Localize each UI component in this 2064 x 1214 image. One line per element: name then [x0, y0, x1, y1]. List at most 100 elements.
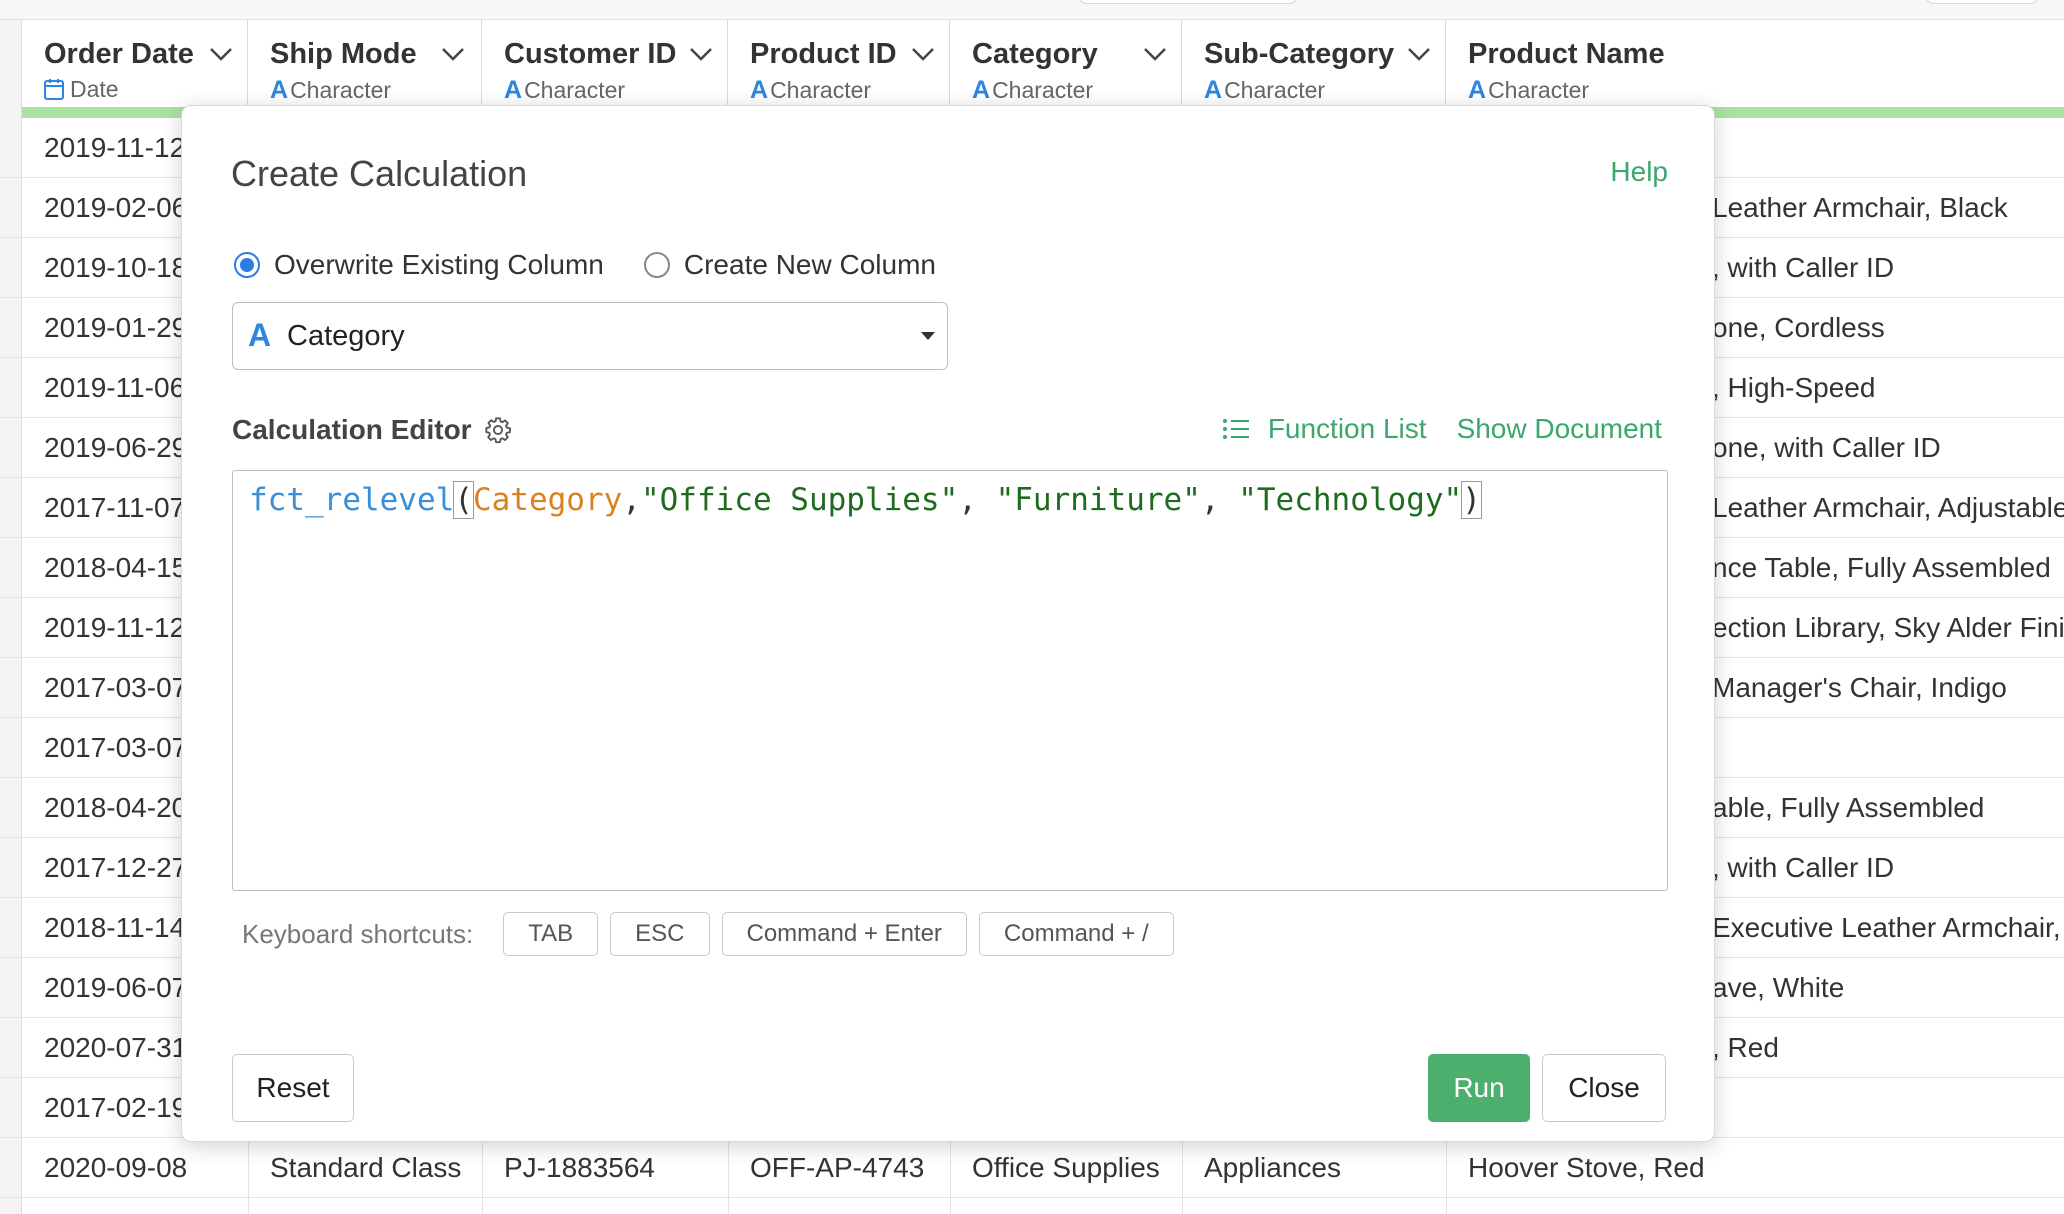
dialog-title: Create Calculation [231, 153, 528, 194]
create-calculation-dialog: Create Calculation Help Overwrite Existi… [181, 105, 1715, 1142]
column-header-order-date[interactable]: Order Date Date [22, 20, 248, 110]
column-name: Product Name [1468, 38, 1665, 70]
cell-order-date: 2019-06-29 [44, 432, 188, 463]
column-type-label: Character [992, 77, 1094, 103]
chevron-down-icon[interactable] [208, 46, 234, 62]
shortcut-key-command-slash: Command + / [978, 912, 1174, 956]
toolbar-control[interactable] [1925, 0, 2039, 4]
column-type: ACharacter [504, 76, 625, 105]
shortcut-key-tab: TAB [503, 912, 599, 956]
code-function-token: fct_relevel [249, 482, 455, 518]
column-type-label: Date [70, 76, 119, 102]
function-list-link[interactable]: Function List [1222, 413, 1427, 445]
cell-order-date: 2017-02-19 [44, 1092, 188, 1123]
column-type: Date [44, 76, 119, 103]
cell-order-date: 2018-04-15 [44, 552, 188, 583]
target-column-value: Category [287, 320, 405, 352]
shortcut-key-command-enter: Command + Enter [721, 912, 967, 956]
code-separator: , [958, 482, 996, 518]
calculation-code-editor[interactable]: fct_relevel(Category,"Office Supplies", … [232, 470, 1668, 891]
code-line: fct_relevel(Category,"Office Supplies", … [249, 481, 1482, 519]
calculation-editor-heading: Calculation Editor [232, 414, 512, 446]
help-link[interactable]: Help [1610, 156, 1668, 188]
close-button[interactable]: Close [1542, 1054, 1666, 1122]
column-header-ship-mode[interactable]: Ship Mode ACharacter [248, 20, 482, 110]
chevron-down-icon[interactable] [910, 46, 936, 62]
run-button[interactable]: Run [1428, 1054, 1530, 1122]
cell-product-name: Manager's Chair, Indigo [1712, 672, 2007, 703]
chevron-down-icon[interactable] [1406, 46, 1432, 62]
character-type-icon: A [750, 76, 769, 104]
overwrite-column-option[interactable]: Overwrite Existing Column [234, 249, 604, 281]
cell-order-date: 2017-11-07 [44, 492, 186, 523]
column-type-label: Character [770, 77, 872, 103]
cell-product-name: Hoover Stove, Red [1468, 1152, 1705, 1183]
cell-product-name: one, with Caller ID [1712, 432, 1941, 463]
cell-category: Office Supplies [972, 1152, 1160, 1183]
column-type: ACharacter [750, 76, 871, 105]
cell-order-date: 2017-03-07 [44, 732, 188, 763]
code-column-token: Category [472, 482, 623, 518]
cell-order-date: 2019-02-06 [44, 192, 188, 223]
cell-order-date: 2020-09-08 [44, 1152, 188, 1183]
keyboard-shortcuts-label: Keyboard shortcuts: [242, 918, 474, 949]
column-name: Sub-Category [1204, 38, 1395, 70]
code-comma: , [622, 482, 641, 518]
create-new-column-radio[interactable] [643, 252, 670, 278]
cell-sub-category: Appliances [1204, 1152, 1341, 1183]
cell-order-date: 2019-01-29 [44, 312, 188, 343]
cell-order-date: 2019-11-12 [44, 132, 186, 163]
chevron-down-icon[interactable] [1142, 46, 1168, 62]
cell-order-date: 2020-07-31 [44, 1032, 188, 1063]
cell-order-date: 2018-11-14 [44, 912, 186, 943]
column-type: ACharacter [1468, 76, 1589, 105]
cell-product-name: one, Cordless [1712, 312, 1885, 343]
cell-product-name: , Red [1712, 1032, 1779, 1063]
column-header-category[interactable]: Category ACharacter [950, 20, 1182, 110]
column-type-label: Character [290, 77, 392, 103]
calendar-icon [44, 79, 64, 100]
chevron-down-icon[interactable] [440, 46, 466, 62]
chevron-down-icon[interactable] [688, 46, 714, 62]
show-document-link[interactable]: Show Document [1457, 413, 1662, 445]
cell-product-name: ave, White [1712, 972, 1845, 1003]
gear-icon[interactable] [484, 416, 512, 444]
table-row[interactable]: 2020-09-08 Standard Class PJ-1883564 OFF… [0, 1138, 2064, 1198]
code-string-token: "Office Supplies" [640, 482, 959, 518]
column-header-product-name[interactable]: Product Name ACharacter [1446, 20, 2064, 110]
toolbar-control[interactable] [1078, 0, 1298, 4]
column-header-product-id[interactable]: Product ID ACharacter [728, 20, 950, 110]
cell-product-name: able, Fully Assembled [1712, 792, 1985, 823]
cell-product-name: , High-Speed [1712, 372, 1876, 403]
dropdown-caret-icon [921, 332, 935, 340]
cell-product-name: , with Caller ID [1712, 252, 1895, 283]
editor-links: Function List Show Document [1222, 413, 1662, 445]
code-string-token: "Technology" [1238, 482, 1463, 518]
cell-order-date: 2019-06-07 [44, 972, 188, 1003]
character-type-icon: A [972, 76, 991, 104]
column-type-label: Character [524, 77, 626, 103]
code-close-paren: ) [1461, 481, 1482, 519]
create-new-column-option[interactable]: Create New Column [643, 249, 936, 281]
target-column-select[interactable]: A Category [232, 302, 948, 370]
cell-product-name: Leather Armchair, Black [1712, 192, 2008, 223]
column-type-label: Character [1224, 77, 1326, 103]
character-type-icon: A [270, 76, 289, 104]
cell-product-name: Leather Armchair, Adjustable [1712, 492, 2064, 523]
overwrite-column-label: Overwrite Existing Column [274, 249, 604, 280]
overwrite-column-radio[interactable] [234, 252, 260, 278]
character-type-icon: A [1468, 76, 1487, 104]
character-type-icon: A [248, 317, 272, 353]
cell-customer-id: PJ-1883564 [504, 1152, 656, 1183]
list-icon [1222, 419, 1249, 439]
character-type-icon: A [504, 76, 523, 104]
column-name: Order Date [44, 38, 194, 70]
column-header-sub-category[interactable]: Sub-Category ACharacter [1182, 20, 1446, 110]
keyboard-shortcuts: Keyboard shortcuts: TAB ESC Command + En… [242, 912, 1186, 956]
column-header-customer-id[interactable]: Customer ID ACharacter [482, 20, 728, 110]
cell-product-name: nce Table, Fully Assembled [1712, 552, 2051, 583]
reset-button[interactable]: Reset [232, 1054, 354, 1122]
column-type: ACharacter [270, 76, 391, 105]
cell-product-name: ection Library, Sky Alder Finish [1712, 612, 2064, 643]
column-type: ACharacter [1204, 76, 1325, 105]
